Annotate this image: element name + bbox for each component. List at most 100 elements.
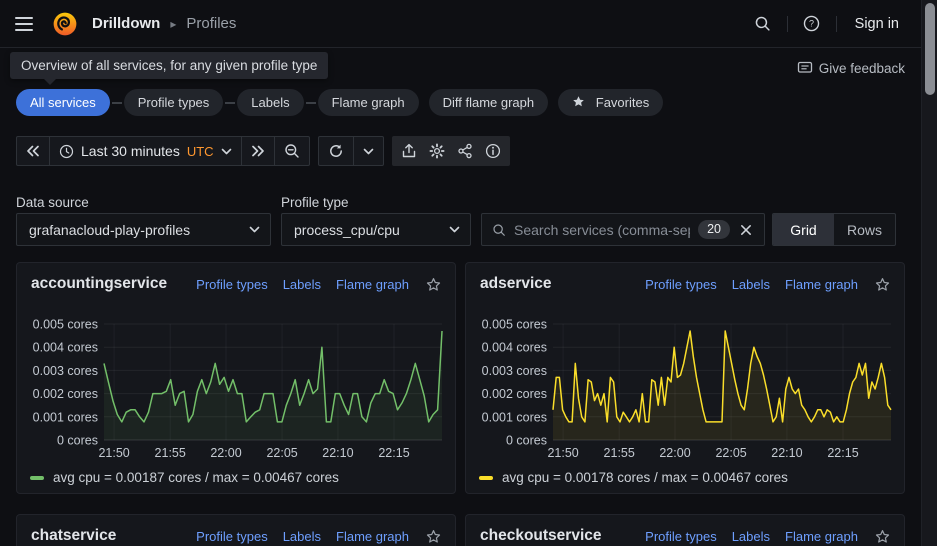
services-search: 20 xyxy=(481,213,765,246)
time-shift-back-button[interactable] xyxy=(17,137,49,165)
share-alt-icon xyxy=(457,143,473,159)
layout-rows-option[interactable]: Rows xyxy=(834,214,895,245)
breadcrumb: Drilldown ▸ Profiles xyxy=(92,15,236,32)
topnav-divider xyxy=(836,16,837,32)
panel-links: Profile types Labels Flame graph xyxy=(645,529,890,544)
services-search-input[interactable] xyxy=(514,222,690,238)
time-toolbar: Last 30 minutes UTC xyxy=(16,136,510,166)
favorite-star-icon[interactable] xyxy=(875,529,890,544)
svg-text:21:50: 21:50 xyxy=(547,446,578,460)
refresh-interval-dropdown-button[interactable] xyxy=(353,137,383,165)
cpu-usage-chart[interactable]: 0 cores0.001 cores0.002 cores0.003 cores… xyxy=(468,306,902,464)
share-button[interactable] xyxy=(452,138,478,164)
tab-profile-types[interactable]: Profile types xyxy=(124,89,224,116)
time-zoom-out-button[interactable] xyxy=(274,137,309,165)
favorite-star-icon[interactable] xyxy=(875,277,890,292)
profile-types-link[interactable]: Profile types xyxy=(196,529,268,544)
tab-separator xyxy=(225,102,235,104)
legend-label[interactable]: avg cpu = 0.00178 cores / max = 0.00467 … xyxy=(502,470,788,485)
layout-grid-option[interactable]: Grid xyxy=(773,214,834,245)
svg-text:0.005 cores: 0.005 cores xyxy=(33,318,98,332)
chart-legend: avg cpu = 0.00178 cores / max = 0.00467 … xyxy=(479,470,788,485)
exploration-tabs: All services Profile types Labels Flame … xyxy=(16,89,663,116)
service-panel-chatservice: chatservice Profile types Labels Flame g… xyxy=(16,514,456,546)
labels-link[interactable]: Labels xyxy=(283,277,321,292)
panel-title: chatservice xyxy=(31,527,116,545)
chart-legend: avg cpu = 0.00187 cores / max = 0.00467 … xyxy=(30,470,339,485)
legend-swatch xyxy=(479,476,493,480)
datasource-value: grafanacloud-play-profiles xyxy=(29,222,190,238)
page-actions-group xyxy=(392,136,510,166)
top-nav: Drilldown ▸ Profiles ? Sign in xyxy=(0,0,921,48)
grafana-profiles-screen: Drilldown ▸ Profiles ? Sign in xyxy=(0,0,937,546)
time-range-picker-button[interactable]: Last 30 minutes UTC xyxy=(49,137,241,165)
svg-text:0 cores: 0 cores xyxy=(506,434,547,448)
flame-graph-link[interactable]: Flame graph xyxy=(336,529,409,544)
svg-text:22:00: 22:00 xyxy=(659,446,690,460)
give-feedback-link[interactable]: Give feedback xyxy=(797,60,905,76)
service-panel-checkoutservice: checkoutservice Profile types Labels Fla… xyxy=(465,514,905,546)
sign-in-button[interactable]: Sign in xyxy=(847,16,907,32)
tab-all-services[interactable]: All services xyxy=(16,89,110,116)
svg-text:21:55: 21:55 xyxy=(604,446,635,460)
panel-links: Profile types Labels Flame graph xyxy=(645,277,890,292)
tab-separator xyxy=(306,102,316,104)
tooltip-arrow xyxy=(44,79,56,85)
profile-types-link[interactable]: Profile types xyxy=(645,529,717,544)
export-button[interactable] xyxy=(396,138,422,164)
tab-flame-graph[interactable]: Flame graph xyxy=(318,89,419,116)
panel-title: accountingservice xyxy=(31,275,167,293)
flame-graph-link[interactable]: Flame graph xyxy=(336,277,409,292)
refresh-icon xyxy=(328,143,344,159)
datasource-select[interactable]: grafanacloud-play-profiles xyxy=(16,213,271,246)
double-chevron-right-icon xyxy=(251,145,265,157)
profile-types-link[interactable]: Profile types xyxy=(645,277,717,292)
svg-text:0.003 cores: 0.003 cores xyxy=(33,364,98,378)
favorite-star-icon[interactable] xyxy=(426,529,441,544)
flame-graph-link[interactable]: Flame graph xyxy=(785,277,858,292)
settings-button[interactable] xyxy=(424,138,450,164)
flame-graph-link[interactable]: Flame graph xyxy=(785,529,858,544)
svg-text:0.003 cores: 0.003 cores xyxy=(482,364,547,378)
gear-icon xyxy=(429,143,445,159)
labels-link[interactable]: Labels xyxy=(732,277,770,292)
tab-favorites[interactable]: Favorites xyxy=(558,89,663,116)
service-panel-accountingservice: accountingservice Profile types Labels F… xyxy=(16,262,456,494)
hamburger-menu-button[interactable] xyxy=(10,10,38,38)
breadcrumb-profiles[interactable]: Profiles xyxy=(186,15,236,32)
chevron-down-icon xyxy=(449,226,460,233)
svg-text:21:50: 21:50 xyxy=(98,446,129,460)
svg-text:0 cores: 0 cores xyxy=(57,434,98,448)
chevron-down-icon xyxy=(221,148,232,155)
refresh-button[interactable] xyxy=(319,137,353,165)
search-button[interactable] xyxy=(749,10,777,38)
time-shift-forward-button[interactable] xyxy=(241,137,274,165)
profile-type-select[interactable]: process_cpu/cpu xyxy=(281,213,471,246)
tab-labels[interactable]: Labels xyxy=(237,89,303,116)
grafana-logo-icon[interactable] xyxy=(52,11,78,37)
legend-label[interactable]: avg cpu = 0.00187 cores / max = 0.00467 … xyxy=(53,470,339,485)
svg-text:0.001 cores: 0.001 cores xyxy=(482,410,547,424)
panel-links: Profile types Labels Flame graph xyxy=(196,277,441,292)
panel-title: checkoutservice xyxy=(480,527,602,545)
favorites-label: Favorites xyxy=(596,95,649,110)
time-picker-group: Last 30 minutes UTC xyxy=(16,136,310,166)
page-scrollbar[interactable] xyxy=(921,0,937,546)
panel-links: Profile types Labels Flame graph xyxy=(196,529,441,544)
favorite-star-icon[interactable] xyxy=(426,277,441,292)
clear-search-button[interactable] xyxy=(738,222,754,238)
labels-link[interactable]: Labels xyxy=(283,529,321,544)
breadcrumb-drilldown[interactable]: Drilldown xyxy=(92,15,160,32)
profile-types-link[interactable]: Profile types xyxy=(196,277,268,292)
svg-text:21:55: 21:55 xyxy=(155,446,186,460)
svg-text:0.002 cores: 0.002 cores xyxy=(33,387,98,401)
help-button[interactable]: ? xyxy=(798,10,826,38)
labels-link[interactable]: Labels xyxy=(732,529,770,544)
datasource-label: Data source xyxy=(16,195,89,210)
svg-text:22:05: 22:05 xyxy=(715,446,746,460)
scrollbar-thumb[interactable] xyxy=(925,3,935,95)
info-button[interactable] xyxy=(480,138,506,164)
svg-text:?: ? xyxy=(809,19,814,29)
tab-diff-flame-graph[interactable]: Diff flame graph xyxy=(429,89,549,116)
cpu-usage-chart[interactable]: 0 cores0.001 cores0.002 cores0.003 cores… xyxy=(19,306,453,464)
